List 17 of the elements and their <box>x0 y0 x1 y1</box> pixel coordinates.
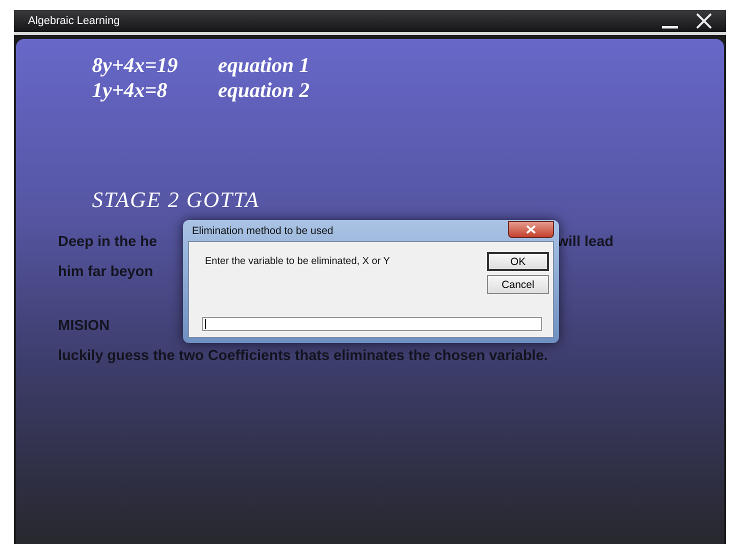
equation-formula: 8y+4x=19 <box>92 53 179 78</box>
mission-text: luckily guess the two Coefficients thats eliminates the chosen variable. <box>58 347 549 366</box>
story-text: him far beyon <box>58 263 154 282</box>
equation-formula: 1y+4x=8 <box>92 78 168 103</box>
dialog-message: Enter the variable to be eliminated, X or Y <box>205 256 390 267</box>
input-field[interactable] <box>202 317 542 331</box>
close-button[interactable] <box>508 220 554 238</box>
story-text: Deep in the he <box>58 233 158 252</box>
mission-heading: MISION <box>58 317 110 336</box>
window-title: Algebraic Learning <box>28 15 121 27</box>
equation-label: equation 2 <box>218 78 310 103</box>
stage-title: STAGE 2 GOTTA <box>92 187 260 213</box>
ok-button[interactable]: OK <box>487 252 549 271</box>
dialog-title: Elimination method to be used <box>191 224 334 236</box>
close-icon <box>526 224 536 234</box>
cancel-button[interactable]: Cancel <box>487 275 549 294</box>
equation-label: equation 1 <box>218 53 310 78</box>
